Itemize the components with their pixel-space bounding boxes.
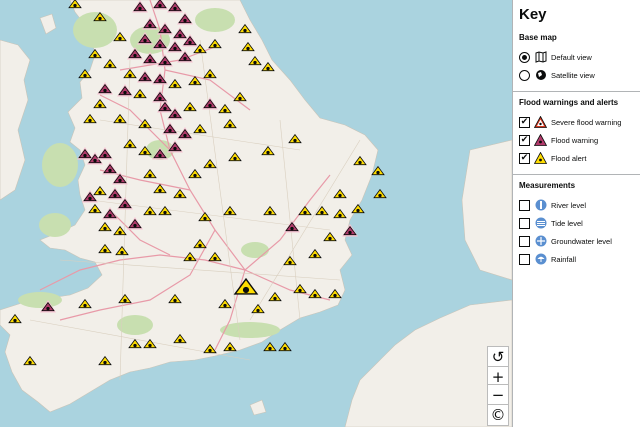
rainfall-checkbox[interactable] bbox=[519, 253, 530, 265]
satellite-view-option[interactable]: Satellite view bbox=[519, 66, 634, 84]
land-netherlands bbox=[461, 139, 512, 281]
copyright-icon: © bbox=[490, 406, 506, 424]
severe-flood-warning-item[interactable]: ✔ Severe flood warning bbox=[519, 113, 634, 131]
divider bbox=[513, 174, 640, 175]
zoom-out-button[interactable]: − bbox=[487, 384, 509, 406]
groundwater-level-item[interactable]: Groundwater level bbox=[519, 232, 634, 250]
satellite-view-radio[interactable] bbox=[519, 69, 530, 81]
map-icon bbox=[534, 51, 547, 64]
key-panel: Key Base map Default view Satellite view… bbox=[512, 0, 640, 427]
rainfall-item[interactable]: Rainfall bbox=[519, 250, 634, 268]
reset-view-button[interactable]: ↺ bbox=[487, 346, 509, 368]
minus-icon: − bbox=[491, 386, 505, 404]
land-ireland bbox=[0, 39, 31, 201]
river-level-icon bbox=[534, 199, 547, 212]
rainfall-icon bbox=[534, 253, 547, 266]
severe-flood-warning-label: Severe flood warning bbox=[551, 117, 622, 127]
river-level-checkbox[interactable] bbox=[519, 199, 530, 211]
default-view-radio[interactable] bbox=[519, 51, 530, 63]
tide-level-item[interactable]: Tide level bbox=[519, 214, 634, 232]
groundwater-level-checkbox[interactable] bbox=[519, 235, 530, 247]
rainfall-label: Rainfall bbox=[551, 254, 577, 264]
flood-alert-icon bbox=[534, 152, 547, 165]
land-channel-islands bbox=[249, 399, 267, 416]
satellite-view-label: Satellite view bbox=[551, 70, 595, 80]
globe-icon bbox=[534, 69, 547, 82]
severe-flood-warning-checkbox[interactable]: ✔ bbox=[519, 116, 530, 128]
flood-warning-icon bbox=[534, 134, 547, 147]
measurements-title: Measurements bbox=[519, 181, 576, 190]
flood-warning-checkbox[interactable]: ✔ bbox=[519, 134, 530, 146]
flood-alert-checkbox[interactable]: ✔ bbox=[519, 152, 530, 164]
base-map-title: Base map bbox=[519, 33, 557, 42]
severe-flood-warning-icon bbox=[534, 116, 547, 129]
attribution-button[interactable]: © bbox=[487, 404, 509, 426]
river-level-label: River level bbox=[551, 200, 587, 210]
groundwater-level-label: Groundwater level bbox=[551, 236, 612, 246]
map-canvas[interactable] bbox=[0, 0, 512, 427]
groundwater-level-icon bbox=[534, 235, 547, 248]
divider bbox=[513, 91, 640, 92]
flood-alert-item[interactable]: ✔ Flood alert bbox=[519, 149, 634, 167]
flood-map[interactable]: ↺ + − © bbox=[0, 0, 512, 427]
flood-alert-label: Flood alert bbox=[551, 153, 587, 163]
default-view-label: Default view bbox=[551, 52, 592, 62]
key-title: Key bbox=[519, 6, 547, 23]
default-view-option[interactable]: Default view bbox=[519, 48, 634, 66]
tide-level-checkbox[interactable] bbox=[519, 217, 530, 229]
land-isle-of-man bbox=[39, 13, 57, 35]
river-level-item[interactable]: River level bbox=[519, 196, 634, 214]
flood-warning-label: Flood warning bbox=[551, 135, 599, 145]
tide-level-icon bbox=[534, 217, 547, 230]
flood-warning-item[interactable]: ✔ Flood warning bbox=[519, 131, 634, 149]
flood-section-title: Flood warnings and alerts bbox=[519, 98, 619, 107]
tide-level-label: Tide level bbox=[551, 218, 583, 228]
reset-icon: ↺ bbox=[491, 348, 505, 366]
